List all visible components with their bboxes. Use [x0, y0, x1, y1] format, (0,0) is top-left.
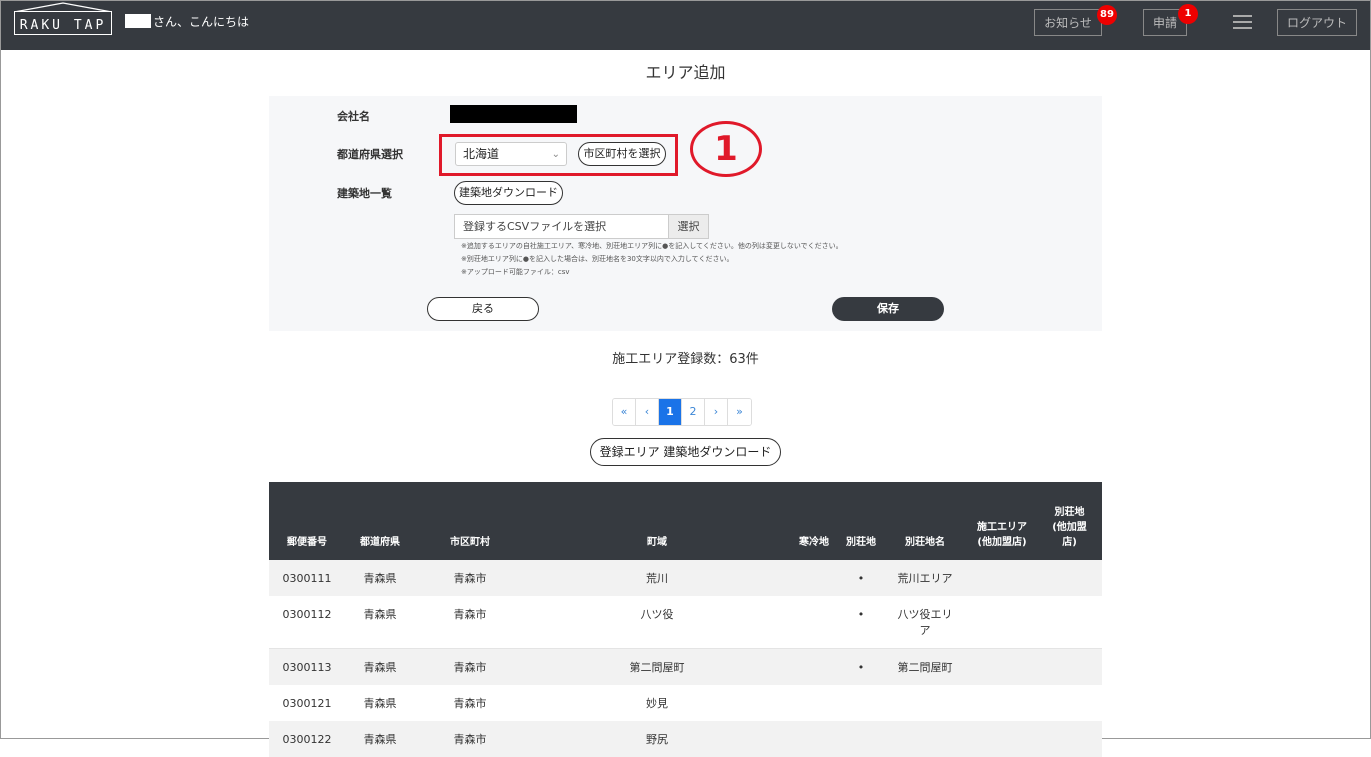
cell-villa-other: [1037, 596, 1102, 649]
prefecture-select[interactable]: 北海道 ⌄: [455, 142, 567, 166]
col-header-town: 町域: [525, 482, 789, 560]
area-table: 郵便番号 都道府県 市区町村 町域 寒冷地 別荘地 別荘地名 施工エリア (他加盟…: [269, 482, 1102, 757]
cell-cold-region: [789, 560, 839, 596]
cell-cold-region: [789, 685, 839, 721]
cell-villa-name: [883, 721, 967, 757]
note-line-1: ※追加するエリアの自社施工エリア、寒冷地、別荘地エリア列に●を記入してください。…: [461, 242, 843, 250]
chevron-down-icon: ⌄: [551, 149, 560, 160]
cell-postal: 0300111: [269, 560, 345, 596]
registered-area-download-button[interactable]: 登録エリア 建築地ダウンロード: [590, 438, 781, 466]
csv-select-button[interactable]: 選択: [668, 214, 709, 239]
note-line-2: ※別荘地エリア列に●を記入した場合は、別荘地名を30文字以内で入力してください。: [461, 255, 734, 263]
cell-villa-other: [1037, 648, 1102, 685]
cell-prefecture: 青森県: [345, 721, 415, 757]
col-header-city: 市区町村: [415, 482, 525, 560]
cell-city: 青森市: [415, 721, 525, 757]
building-download-button[interactable]: 建築地ダウンロード: [454, 181, 563, 205]
table-row[interactable]: 0300111 青森県 青森市 荒川 • 荒川エリア: [269, 560, 1102, 596]
csv-file-input[interactable]: 登録するCSVファイルを選択: [454, 214, 669, 239]
area-add-form: 会社名 都道府県選択 北海道 ⌄ 市区町村を選択 1 建築地一覧 建築地ダウンロ…: [269, 96, 1102, 331]
user-name-mask: [125, 14, 151, 28]
logout-button[interactable]: ログアウト: [1277, 9, 1357, 36]
cell-postal: 0300122: [269, 721, 345, 757]
cell-postal: 0300121: [282, 697, 332, 710]
col-header-villa-name: 別荘地名: [883, 482, 967, 560]
cell-postal: 0300112: [269, 596, 345, 649]
cell-cold-region: [789, 596, 839, 649]
hamburger-menu-icon[interactable]: [1233, 15, 1252, 29]
cell-town: 妙見: [646, 697, 668, 710]
cell-prefecture: 青森県: [345, 560, 415, 596]
company-name-value: [450, 105, 577, 123]
raku-tap-logo[interactable]: RAKU TAP: [14, 11, 112, 35]
col-header-postal: 郵便番号: [269, 482, 345, 560]
col-header-cold-region: 寒冷地: [789, 482, 839, 560]
cell-villa-name: 八ツ役エリ ア: [883, 596, 967, 649]
cell-town: 荒川: [525, 560, 789, 596]
cell-villa: [839, 721, 883, 757]
last-page-link[interactable]: »: [728, 399, 751, 425]
select-city-button[interactable]: 市区町村を選択: [578, 142, 666, 166]
col-header-construction-area-other: 施工エリア (他加盟店): [967, 482, 1037, 560]
greeting-text: さん、こんにちは: [125, 13, 249, 30]
building-list-label: 建築地一覧: [337, 187, 392, 200]
save-button[interactable]: 保存: [832, 297, 944, 321]
cell-postal: 0300113: [269, 648, 345, 685]
cell-villa: [839, 685, 883, 721]
prefecture-label: 都道府県選択: [337, 148, 403, 161]
cell-construction-area-other: [967, 596, 1037, 649]
cell-cold-region: [789, 648, 839, 685]
cell-prefecture: 青森県: [345, 596, 415, 649]
page-1-link[interactable]: 1: [659, 399, 682, 425]
cell-city: 青森市: [415, 596, 525, 649]
cell-cold-region: [789, 721, 839, 757]
cell-villa-name: [883, 685, 967, 721]
cell-villa-other: [1037, 721, 1102, 757]
cell-villa-name: 荒川エリア: [883, 560, 967, 596]
cell-construction-area-other: [967, 648, 1037, 685]
step-number-annotation: 1: [690, 121, 762, 177]
prev-page-link[interactable]: ‹: [636, 399, 659, 425]
table-row[interactable]: 0300112 青森県 青森市 八ツ役 • 八ツ役エリ ア: [269, 596, 1102, 649]
cell-villa: •: [839, 648, 883, 685]
cell-construction-area-other: [967, 721, 1037, 757]
cell-villa-name: 第二問屋町: [883, 648, 967, 685]
note-line-3: ※アップロード可能ファイル：csv: [461, 268, 570, 276]
cell-city: 青森市: [415, 560, 525, 596]
table-row[interactable]: 0300121 青森県 青森市 妙見: [269, 685, 1102, 721]
top-navigation-bar: RAKU TAP さん、こんにちは お知らせ 89 申請 1 ログアウト: [1, 1, 1370, 50]
col-header-villa: 別荘地: [839, 482, 883, 560]
page-2-link[interactable]: 2: [682, 399, 705, 425]
cell-city: 青森市: [415, 648, 525, 685]
cell-town: 八ツ役: [525, 596, 789, 649]
col-header-prefecture: 都道府県: [345, 482, 415, 560]
cell-city: 青森市: [453, 697, 487, 710]
company-name-label: 会社名: [337, 110, 370, 123]
pagination: « ‹ 1 2 › »: [612, 398, 752, 426]
back-button[interactable]: 戻る: [427, 297, 539, 321]
col-header-villa-other: 別荘地 (他加盟 店): [1037, 482, 1102, 560]
cell-villa: •: [839, 560, 883, 596]
registered-area-count: 施工エリア登録数：63件: [612, 352, 759, 367]
cell-villa-other: [1037, 560, 1102, 596]
cell-villa: •: [839, 596, 883, 649]
prefecture-selected-value: 北海道: [463, 147, 500, 161]
greeting-label: さん、こんにちは: [153, 15, 250, 29]
cell-construction-area-other: [967, 685, 1037, 721]
notice-button[interactable]: お知らせ: [1034, 9, 1102, 36]
table-header-row: 郵便番号 都道府県 市区町村 町域 寒冷地 別荘地 別荘地名 施工エリア (他加盟…: [269, 482, 1102, 560]
cell-construction-area-other: [967, 560, 1037, 596]
application-count-badge: 1: [1178, 4, 1198, 24]
notice-count-badge: 89: [1097, 5, 1117, 25]
table-row[interactable]: 0300113 青森県 青森市 第二問屋町 • 第二問屋町: [269, 648, 1102, 685]
cell-town: 野尻: [525, 721, 789, 757]
first-page-link[interactable]: «: [613, 399, 636, 425]
cell-villa-other: [1037, 685, 1102, 721]
table-row[interactable]: 0300122 青森県 青森市 野尻: [269, 721, 1102, 757]
page-title: エリア追加: [645, 63, 726, 82]
cell-prefecture: 青森県: [363, 697, 397, 710]
next-page-link[interactable]: ›: [705, 399, 728, 425]
cell-prefecture: 青森県: [345, 648, 415, 685]
cell-town: 第二問屋町: [525, 648, 789, 685]
